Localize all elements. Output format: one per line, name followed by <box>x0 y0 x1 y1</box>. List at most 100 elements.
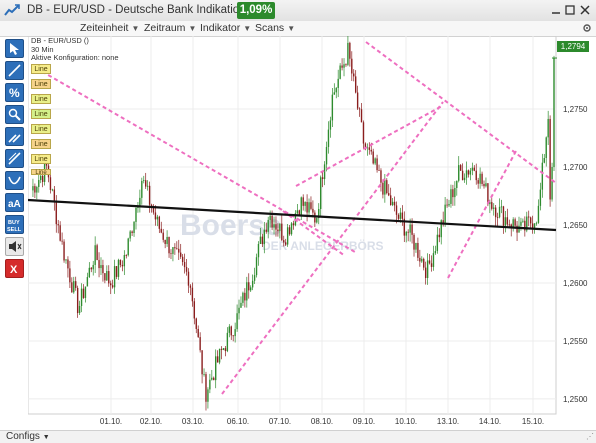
candle-body <box>172 247 174 254</box>
delete-tool-icon[interactable]: X <box>5 259 24 278</box>
candle-body <box>82 288 85 298</box>
candle-body <box>143 180 145 182</box>
curve-tool-icon[interactable] <box>5 171 24 190</box>
line-tag[interactable]: Line <box>31 154 51 164</box>
candle-body <box>156 216 159 220</box>
candle-body <box>292 223 295 226</box>
select-cursor-icon[interactable] <box>5 39 24 58</box>
candle-body <box>180 252 182 257</box>
change-badge: 1,09% <box>237 2 275 19</box>
candle-body <box>475 170 477 181</box>
line-tag[interactable]: Line <box>31 139 51 149</box>
line-tag[interactable]: Line <box>31 64 51 74</box>
candle-body <box>281 223 283 241</box>
candle-body <box>193 301 196 319</box>
candle-body <box>413 234 415 250</box>
line-tool-icon[interactable] <box>5 61 24 80</box>
candle-body <box>354 76 357 93</box>
svg-text:%: % <box>9 86 20 100</box>
candle-body <box>213 377 215 381</box>
candle-body <box>41 175 44 182</box>
line-tag[interactable]: Line <box>31 124 51 134</box>
candle-body <box>298 210 301 215</box>
x-tick-label: 09.10. <box>353 417 375 426</box>
minimize-icon[interactable] <box>549 3 563 17</box>
line-tag[interactable]: Line <box>31 79 51 89</box>
measure-tool-icon[interactable] <box>5 149 24 168</box>
configs-label: Configs <box>6 431 40 442</box>
candle-body <box>335 87 337 93</box>
candle-body <box>135 207 137 222</box>
y-tick-label: 1,2600 <box>563 279 588 288</box>
candle-body <box>421 258 423 262</box>
sound-tool-icon[interactable] <box>5 237 24 256</box>
close-icon[interactable] <box>578 3 592 17</box>
candle-body <box>238 307 240 314</box>
svg-text:aA: aA <box>8 199 21 210</box>
resize-grip-icon[interactable]: ⋰ <box>586 432 594 441</box>
percent-tool-icon[interactable]: % <box>5 83 24 102</box>
candle-body <box>152 208 155 213</box>
buy-sell-tool-icon[interactable]: BUY SELL <box>5 215 24 234</box>
candle-body <box>111 285 114 288</box>
menu-indikator[interactable]: Indikator ▼ <box>200 22 251 34</box>
candle-body <box>55 202 57 225</box>
candle-body <box>226 332 229 352</box>
settings-icon[interactable] <box>582 23 592 33</box>
pencil-tool-icon[interactable] <box>5 105 24 124</box>
candle-body <box>308 202 310 213</box>
candle-body <box>75 281 77 288</box>
candle-body <box>306 201 308 213</box>
candle-body <box>248 282 250 291</box>
price-chart[interactable]: Boerse DER ANLEGERBÖRS 1,25001,25501,260… <box>0 36 596 430</box>
candle-body <box>110 283 112 286</box>
configs-button[interactable]: Configs ▼ <box>6 431 50 442</box>
candle-body <box>168 236 170 254</box>
chevron-down-icon: ▼ <box>131 24 140 33</box>
candle-body <box>539 189 542 206</box>
restore-icon[interactable] <box>563 3 577 17</box>
candle-body <box>271 215 273 228</box>
candle-body <box>40 175 42 181</box>
candle-body <box>411 224 413 235</box>
candle-body <box>267 219 269 232</box>
candle-body <box>215 356 217 381</box>
candle-body <box>73 281 75 293</box>
candle-body <box>162 232 164 240</box>
candle-body <box>36 187 38 193</box>
line-tag[interactable]: Line <box>31 94 51 104</box>
candle-body <box>337 78 339 88</box>
candle-body <box>353 73 355 77</box>
candle-body <box>265 229 267 232</box>
candle-body <box>372 151 374 164</box>
candle-body <box>362 122 365 144</box>
line-tag[interactable]: Line <box>31 109 51 119</box>
candle-body <box>51 189 54 191</box>
menu-scans[interactable]: Scans ▼ <box>255 22 295 34</box>
candle-body <box>496 217 499 218</box>
candle-body <box>178 248 180 253</box>
candle-body <box>242 292 244 303</box>
menu-zeiteinheit[interactable]: Zeiteinheit ▼ <box>80 22 139 34</box>
candle-body <box>146 185 149 187</box>
candle-body <box>279 223 281 232</box>
candle-body <box>71 282 73 293</box>
candle-body <box>220 348 223 350</box>
candle-body <box>463 177 466 181</box>
candle-body <box>80 288 83 307</box>
candle-body <box>240 302 242 308</box>
text-tool-icon[interactable]: aA <box>5 193 24 212</box>
candle-body <box>491 202 493 209</box>
candle-body <box>201 350 203 375</box>
zoom-tool-icon[interactable] <box>5 127 24 146</box>
y-tick-label: 1,2650 <box>563 221 588 230</box>
candle-body <box>108 271 110 284</box>
line-tag[interactable]: Line <box>31 169 51 176</box>
chevron-down-icon: ▼ <box>287 24 296 33</box>
drawing-toolbar: % aA BUY SELL X <box>0 37 28 430</box>
chevron-down-icon: ▼ <box>188 24 197 33</box>
y-tick-label: 1,2550 <box>563 337 588 346</box>
menu-zeitraum[interactable]: Zeitraum ▼ <box>144 22 196 34</box>
candle-body <box>284 242 287 245</box>
candle-body <box>502 206 505 226</box>
